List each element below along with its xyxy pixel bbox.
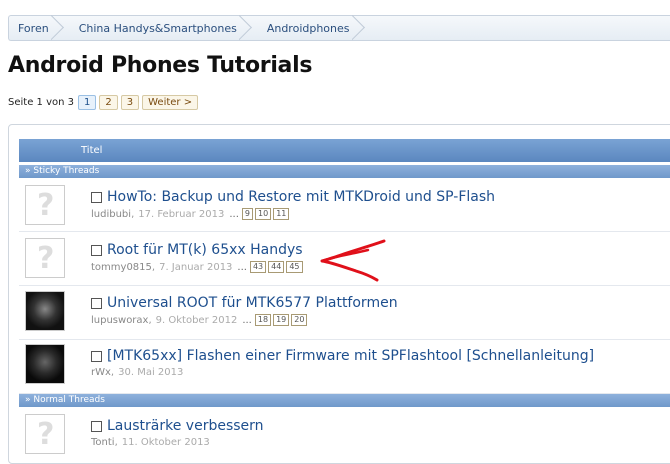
- thread-author[interactable]: ludibubi: [91, 209, 131, 220]
- page-ellipsis: ...: [229, 208, 239, 220]
- thread-author[interactable]: Tonti: [91, 437, 115, 448]
- avatar[interactable]: [25, 414, 65, 454]
- thread-list-header: Titel: [19, 139, 670, 162]
- breadcrumb-item-foren[interactable]: Foren: [9, 16, 63, 40]
- thread-page-link[interactable]: 43: [249, 261, 267, 273]
- page-button-1[interactable]: 1: [78, 95, 97, 110]
- thread-row: HowTo: Backup und Restore mit MTKDroid u…: [19, 178, 670, 232]
- thread-date: 9. Oktober 2012: [155, 314, 238, 326]
- thread-title-link[interactable]: Lausträrke verbessern: [107, 418, 264, 434]
- thread-checkbox[interactable]: [91, 191, 102, 203]
- next-page-button[interactable]: Weiter >: [142, 95, 199, 110]
- thread-page-link[interactable]: 19: [273, 314, 290, 326]
- page-button-2[interactable]: 2: [99, 95, 118, 110]
- page-title: Android Phones Tutorials: [8, 53, 313, 78]
- thread-author[interactable]: lupusworax: [91, 315, 148, 326]
- pagination: Seite 1 von 3 1 2 3 Weiter >: [8, 95, 201, 110]
- thread-date: 11. Oktober 2013: [121, 437, 210, 448]
- thread-checkbox[interactable]: [91, 420, 102, 432]
- sticky-threads-section: » Sticky Threads: [19, 165, 670, 178]
- thread-row: Lausträrke verbessern Tonti, 11. Oktober…: [19, 407, 670, 455]
- thread-page-link[interactable]: 20: [291, 314, 308, 326]
- thread-checkbox[interactable]: [91, 297, 102, 309]
- avatar[interactable]: [25, 344, 65, 384]
- thread-page-link[interactable]: 18: [254, 314, 272, 326]
- thread-title-link[interactable]: Root für MT(k) 65xx Handys: [107, 242, 303, 258]
- title-column-header[interactable]: Titel: [81, 145, 102, 156]
- thread-page-link[interactable]: 11: [273, 208, 290, 220]
- pagination-label: Seite 1 von 3: [8, 97, 74, 108]
- thread-date: 30. Mai 2013: [118, 367, 184, 378]
- normal-threads-section: » Normal Threads: [19, 394, 670, 407]
- thread-title-link[interactable]: [MTK65xx] Flashen einer Firmware mit SPF…: [107, 348, 594, 364]
- thread-author[interactable]: tommy0815: [91, 262, 152, 273]
- thread-page-link[interactable]: 9: [241, 208, 253, 220]
- thread-title-link[interactable]: HowTo: Backup und Restore mit MTKDroid u…: [107, 189, 495, 205]
- breadcrumb-item-china-handys[interactable]: China Handys&Smartphones: [63, 16, 251, 40]
- thread-page-link[interactable]: 45: [286, 261, 303, 273]
- thread-title-link[interactable]: Universal ROOT für MTK6577 Plattformen: [107, 295, 398, 311]
- thread-checkbox[interactable]: [91, 244, 102, 256]
- thread-row: [MTK65xx] Flashen einer Firmware mit SPF…: [19, 340, 670, 394]
- thread-date: 17. Februar 2013: [138, 208, 225, 220]
- thread-page-link[interactable]: 10: [255, 208, 272, 220]
- page-ellipsis: ...: [237, 261, 247, 273]
- page-ellipsis: ...: [242, 314, 252, 326]
- avatar[interactable]: [25, 185, 65, 225]
- thread-row: Root für MT(k) 65xx Handys tommy0815, 7.…: [19, 232, 670, 286]
- avatar[interactable]: [25, 291, 65, 331]
- page-button-3[interactable]: 3: [120, 95, 140, 110]
- thread-date: 7. Januar 2013: [159, 261, 233, 273]
- thread-page-link[interactable]: 44: [268, 261, 285, 273]
- avatar[interactable]: [25, 238, 65, 278]
- thread-author[interactable]: rWx: [91, 367, 111, 378]
- breadcrumb-item-androidphones[interactable]: Androidphones: [251, 16, 364, 40]
- thread-row: Universal ROOT für MTK6577 Plattformen l…: [19, 286, 670, 340]
- thread-checkbox[interactable]: [91, 350, 102, 362]
- breadcrumb: Foren China Handys&Smartphones Androidph…: [8, 15, 670, 41]
